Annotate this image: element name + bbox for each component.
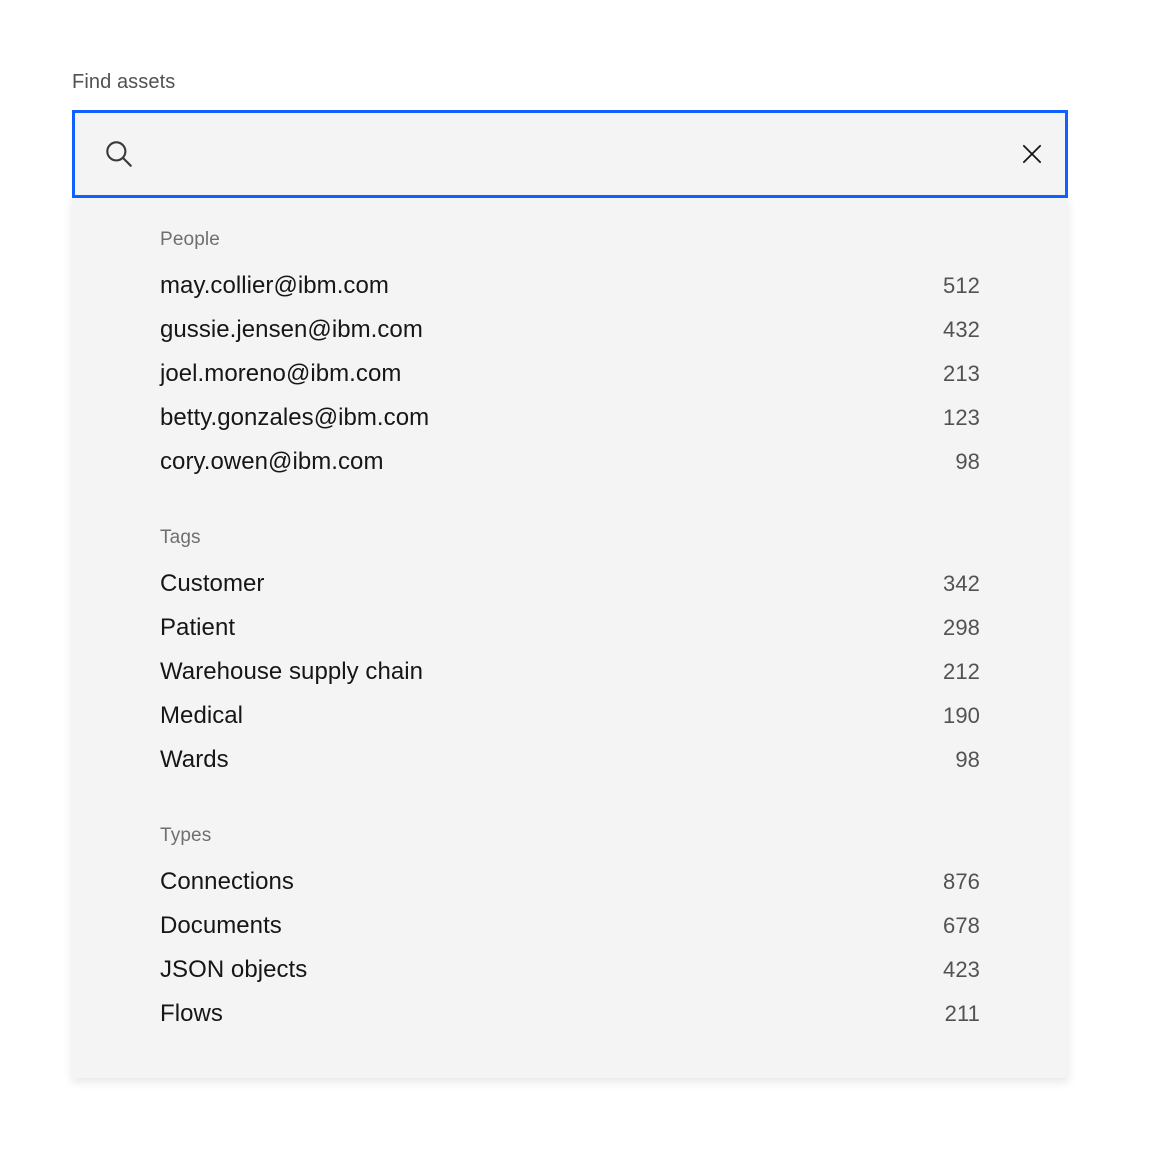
list-item[interactable]: Documents 678 (72, 904, 1068, 948)
list-item[interactable]: Patient 298 (72, 606, 1068, 650)
search-page: Find assets People may.collier@ibm.com 5… (0, 0, 1152, 1176)
result-count: 423 (942, 957, 980, 982)
search-field[interactable] (72, 110, 1068, 198)
result-label: JSON objects (160, 956, 308, 983)
result-count: 876 (942, 869, 980, 894)
result-count: 98 (955, 747, 980, 772)
result-label: Warehouse supply chain (160, 658, 424, 685)
list-item[interactable]: Medical 190 (72, 694, 1068, 738)
section-title: Types (160, 825, 212, 846)
field-label: Find assets (72, 71, 176, 93)
search-input[interactable] (136, 113, 999, 195)
result-list: Customer 342 Patient 298 Warehouse suppl… (72, 562, 1068, 782)
result-count: 298 (942, 615, 980, 640)
result-count: 678 (942, 913, 980, 938)
list-item[interactable]: Wards 98 (72, 738, 1068, 782)
list-item[interactable]: betty.gonzales@ibm.com 123 (72, 396, 1068, 440)
result-count: 123 (942, 405, 980, 430)
result-label: may.collier@ibm.com (160, 272, 389, 299)
result-label: Patient (160, 614, 236, 641)
result-label: Documents (160, 912, 282, 939)
result-count: 211 (944, 1001, 980, 1026)
result-label: joel.moreno@ibm.com (160, 360, 402, 387)
result-label: Connections (160, 868, 294, 895)
results-section-tags: Tags Customer 342 Patient 298 Warehouse … (72, 526, 1068, 782)
list-item[interactable]: Flows 211 (72, 992, 1068, 1036)
section-title: People (160, 229, 221, 250)
list-item[interactable]: cory.owen@ibm.com 98 (72, 440, 1068, 484)
search-icon (102, 137, 136, 171)
search-results-panel: People may.collier@ibm.com 512 gussie.je… (72, 198, 1068, 1078)
list-item[interactable]: Customer 342 (72, 562, 1068, 606)
result-count: 512 (942, 273, 980, 298)
result-count: 432 (942, 317, 980, 342)
result-label: betty.gonzales@ibm.com (160, 404, 430, 431)
result-count: 212 (942, 659, 980, 684)
result-label: Medical (160, 702, 244, 729)
result-count: 98 (955, 449, 980, 474)
close-icon (1019, 141, 1045, 167)
list-item[interactable]: Connections 876 (72, 860, 1068, 904)
results-section-people: People may.collier@ibm.com 512 gussie.je… (72, 228, 1068, 484)
result-label: gussie.jensen@ibm.com (160, 316, 423, 343)
result-list: may.collier@ibm.com 512 gussie.jensen@ib… (72, 264, 1068, 484)
result-label: Wards (160, 746, 229, 773)
result-count: 213 (942, 361, 980, 386)
result-count: 190 (942, 703, 980, 728)
results-section-types: Types Connections 876 Documents 678 JSON… (72, 824, 1068, 1036)
result-label: Customer (160, 570, 265, 597)
clear-search-button[interactable] (999, 113, 1065, 195)
list-item[interactable]: Warehouse supply chain 212 (72, 650, 1068, 694)
result-count: 342 (942, 571, 980, 596)
list-item[interactable]: gussie.jensen@ibm.com 432 (72, 308, 1068, 352)
list-item[interactable]: joel.moreno@ibm.com 213 (72, 352, 1068, 396)
section-title: Tags (160, 527, 201, 548)
list-item[interactable]: may.collier@ibm.com 512 (72, 264, 1068, 308)
result-label: Flows (160, 1000, 223, 1027)
result-label: cory.owen@ibm.com (160, 448, 384, 475)
list-item[interactable]: JSON objects 423 (72, 948, 1068, 992)
result-list: Connections 876 Documents 678 JSON objec… (72, 860, 1068, 1036)
